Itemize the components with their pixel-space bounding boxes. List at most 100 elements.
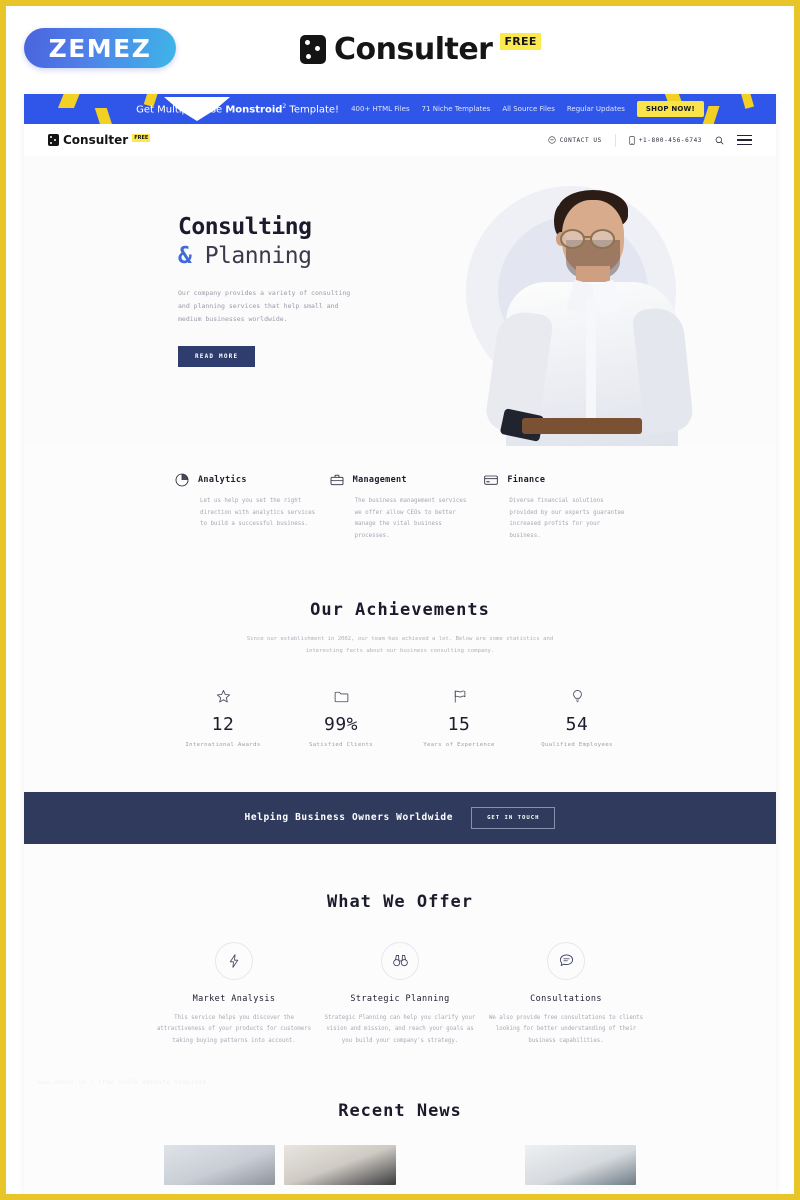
hero-title-line1: Consulting — [178, 214, 312, 240]
product-name: Consulter — [334, 32, 493, 67]
offer-icon-wrap — [381, 941, 419, 980]
counter-value: 99% — [323, 713, 358, 735]
counter-satisfied-clients: 99% Satisfied Clients — [282, 688, 400, 748]
feature-text: The business management services we offe… — [354, 498, 467, 539]
dice-logo-icon — [48, 134, 59, 146]
site-logo[interactable]: Consulter FREE — [48, 133, 151, 147]
news-thumbnails — [24, 1145, 776, 1186]
envelope-icon — [548, 136, 556, 144]
offer-cards: Market Analysis This service helps you d… — [24, 941, 776, 1047]
feature-text: Diverse financial solutions provided by … — [509, 498, 625, 539]
hamburger-menu-icon[interactable] — [737, 134, 752, 146]
hero-title-line2: & Planning — [178, 242, 428, 271]
achievements-section: Our Achievements Since our establishment… — [24, 542, 776, 747]
promo-title-prefix: Get Multipurpose — [136, 104, 226, 116]
counter-years-experience: 15 Years of Experience — [400, 688, 518, 748]
offer-icon-wrap — [215, 941, 253, 980]
offer-card-strategic-planning[interactable]: Strategic Planning Strategic Planning ca… — [322, 941, 478, 1047]
hero-section: Consulting & Planning Our company provid… — [24, 156, 776, 446]
offer-card-title: Strategic Planning — [350, 993, 450, 1004]
hero-businessman-photo — [456, 170, 696, 446]
phone-link[interactable]: +1-800-456-6743 — [629, 135, 702, 145]
get-in-touch-button[interactable]: GET IN TOUCH — [471, 806, 556, 829]
cta-band: Helping Business Owners Worldwide GET IN… — [24, 791, 776, 844]
watermark-text: www.zemez.io | free html5 website templa… — [38, 1079, 207, 1087]
recent-news-section: www.zemez.io | free html5 website templa… — [24, 1047, 776, 1186]
offer-card-title: Consultations — [530, 993, 602, 1004]
counters-row: 12 International Awards 99% Satisfied Cl… — [24, 688, 776, 748]
monstroid-promo-banner[interactable]: Get Multipurpose Monstroid2 Template! 40… — [24, 94, 776, 124]
promo-link-niche-templates[interactable]: 71 Niche Templates — [422, 105, 491, 113]
contact-us-label: CONTACT US — [559, 136, 602, 144]
features-row: Analytics Let us help you set the right … — [24, 446, 776, 542]
news-thumbnail-laptop[interactable] — [164, 1145, 276, 1186]
cta-text: Helping Business Owners Worldwide — [244, 812, 454, 824]
feature-title: Finance — [507, 475, 546, 485]
folder-icon — [334, 691, 348, 703]
news-thumbnail-calculator[interactable] — [284, 1145, 396, 1186]
counter-qualified-employees: 54 Qualified Employees — [518, 688, 636, 748]
counter-international-awards: 12 International Awards — [164, 688, 282, 748]
shop-now-button[interactable]: SHOP NOW! — [636, 101, 704, 117]
news-title: Recent News — [338, 1101, 462, 1122]
lightbulb-icon — [572, 689, 582, 703]
pie-chart-icon — [175, 473, 189, 487]
feature-analytics: Analytics Let us help you set the right … — [174, 472, 317, 542]
website-preview: Get Multipurpose Monstroid2 Template! 40… — [24, 94, 776, 1194]
decor-shard-icon — [701, 106, 720, 124]
zemez-logo[interactable]: ZEMEZ — [24, 28, 176, 68]
star-icon — [216, 689, 230, 703]
counter-label: Qualified Employees — [541, 741, 613, 748]
feature-title: Analytics — [198, 475, 247, 485]
what-we-offer-section: What We Offer Market Analysis This servi… — [24, 843, 776, 1048]
promo-link-regular-updates[interactable]: Regular Updates — [567, 105, 625, 113]
counter-value: 15 — [447, 713, 471, 735]
read-more-button[interactable]: READ MORE — [178, 346, 256, 368]
achievements-subtitle: Since our establishment in 2002, our tea… — [246, 636, 554, 655]
phone-icon — [629, 135, 635, 145]
site-free-badge: FREE — [132, 134, 151, 142]
binoculars-icon — [392, 955, 408, 967]
offer-card-text: We also provide free consultations to cl… — [488, 1014, 644, 1044]
offer-card-text: This service helps you discover the attr… — [156, 1014, 312, 1044]
counter-label: International Awards — [185, 741, 261, 748]
flag-icon — [454, 690, 465, 703]
news-thumbnail-desk-plant[interactable] — [405, 1145, 516, 1185]
hero-ampersand: & — [178, 243, 192, 270]
lightning-bolt-icon — [229, 954, 239, 968]
feature-title: Management — [352, 475, 407, 485]
credit-card-icon — [484, 475, 499, 485]
hero-paragraph: Our company provides a variety of consul… — [178, 289, 351, 324]
feature-finance: Finance Diverse financial solutions prov… — [483, 472, 626, 542]
counter-value: 12 — [211, 713, 235, 735]
promo-link-source-files[interactable]: All Source Files — [502, 105, 555, 113]
free-badge: FREE — [500, 33, 541, 50]
offer-card-text: Strategic Planning can help you clarify … — [324, 1014, 476, 1044]
businessman-illustration — [478, 182, 695, 446]
feature-text: Let us help you set the right direction … — [200, 498, 316, 528]
page-frame: ZEMEZ Consulter FREE Get Multipurpose Mo… — [6, 6, 794, 1194]
achievements-title: Our Achievements — [310, 600, 490, 621]
counter-label: Years of Experience — [423, 741, 495, 748]
hero-copy: Consulting & Planning Our company provid… — [178, 214, 428, 368]
news-thumbnail-documents[interactable] — [524, 1145, 636, 1186]
promo-title-brand: Monstroid — [225, 104, 283, 116]
decor-shard-icon — [57, 94, 83, 108]
promo-link-html-files[interactable]: 400+ HTML Files — [351, 105, 410, 113]
offer-card-market-analysis[interactable]: Market Analysis This service helps you d… — [156, 941, 312, 1047]
promo-title-suffix: Template! — [286, 104, 340, 116]
site-navigation-header: Consulter FREE CONTACT US +1-800-456-674… — [24, 124, 776, 156]
counter-label: Satisfied Clients — [308, 741, 374, 748]
offer-icon-wrap — [547, 941, 585, 980]
search-icon[interactable] — [715, 136, 724, 145]
offer-title: What We Offer — [326, 891, 474, 912]
feature-management: Management The business management servi… — [329, 472, 472, 542]
contact-us-link[interactable]: CONTACT US — [548, 136, 602, 144]
offer-card-consultations[interactable]: Consultations We also provide free consu… — [488, 941, 644, 1047]
promo-title: Get Multipurpose Monstroid2 Template! — [136, 103, 339, 115]
top-branding-strip: ZEMEZ Consulter FREE — [6, 6, 794, 94]
decor-shard-icon — [740, 94, 755, 109]
phone-number: +1-800-456-6743 — [638, 136, 702, 144]
header-divider — [614, 133, 616, 147]
counter-value: 54 — [565, 713, 589, 735]
